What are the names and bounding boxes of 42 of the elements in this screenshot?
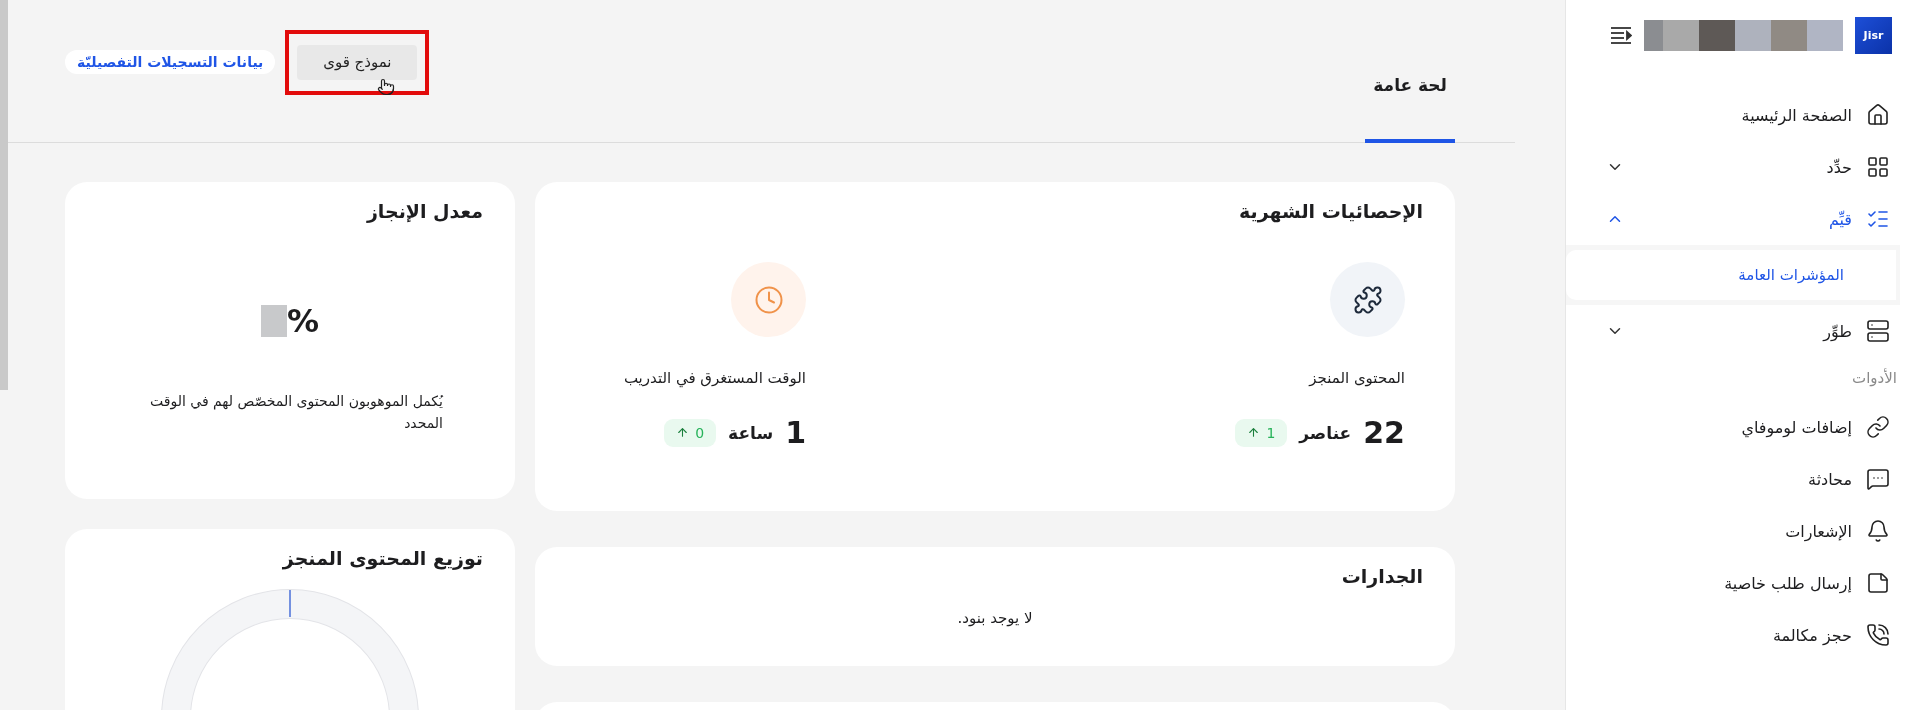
redacted-value (260, 305, 287, 337)
stat-unit: عناصر (1299, 422, 1352, 443)
stat-value: 1 (785, 415, 806, 450)
description: يُكمل الموهوبون المحتوى المخصّص لهم في الوقت المحدد (148, 392, 443, 434)
menu-collapse-icon[interactable] (1610, 26, 1632, 44)
nav-item[interactable]: محادثة (1566, 453, 1912, 505)
nav-item[interactable]: الإشعارات (1566, 505, 1912, 557)
stat-unit: ساعة (728, 422, 774, 443)
phone-icon (1866, 623, 1890, 647)
scrollbar[interactable] (0, 0, 8, 390)
house-icon (1866, 103, 1890, 127)
grid-icon (1866, 155, 1890, 179)
card-title: الجدارات (1340, 565, 1423, 587)
nav-item[interactable]: طوِّر (1566, 305, 1912, 357)
nav-item[interactable]: إضافات لوموفاي (1566, 401, 1912, 453)
card-title: الإحصائيات الشهرية (1238, 200, 1423, 222)
stat-value: 22 (1363, 415, 1405, 450)
hand-pointer-icon (377, 77, 396, 96)
card-title: توزيع المحتوى المنجز (281, 547, 483, 569)
note-icon (1866, 571, 1890, 595)
section-heading: الأدوات (1852, 369, 1897, 387)
chat-icon (1866, 467, 1890, 491)
change-badge: 1 (1235, 418, 1288, 447)
details-link[interactable]: بيانات التسجيلات التفصيليّة (65, 50, 276, 74)
nav-item[interactable]: حدِّد (1566, 141, 1912, 193)
nav-item[interactable]: حجز مكالمة (1566, 609, 1912, 661)
nav-item[interactable]: إرسال طلب خاصية (1566, 557, 1912, 609)
stat-label: الوقت المستغرق في التدريب (623, 369, 806, 387)
empty-text: لا يوجد بنود. (957, 609, 1033, 627)
server-icon (1866, 319, 1890, 343)
tab[interactable]: لحة عامة (1365, 1, 1455, 143)
link-icon (1866, 415, 1890, 439)
change-badge: 0 (664, 418, 717, 447)
bell-icon (1866, 519, 1890, 543)
logo[interactable]: Jisr (1855, 16, 1892, 54)
nav-item[interactable]: الصفحة الرئيسية (1566, 89, 1912, 141)
nav-subitem[interactable]: المؤشرات العامة (1566, 250, 1896, 300)
form-button[interactable]: نموذج قوى (297, 44, 418, 80)
stat-label: المحتوى المنجز (1309, 369, 1405, 387)
percent-sign: % (286, 302, 320, 340)
nav-item[interactable]: قيِّم (1566, 193, 1912, 245)
card-title: معدل الإنجاز (365, 200, 483, 222)
